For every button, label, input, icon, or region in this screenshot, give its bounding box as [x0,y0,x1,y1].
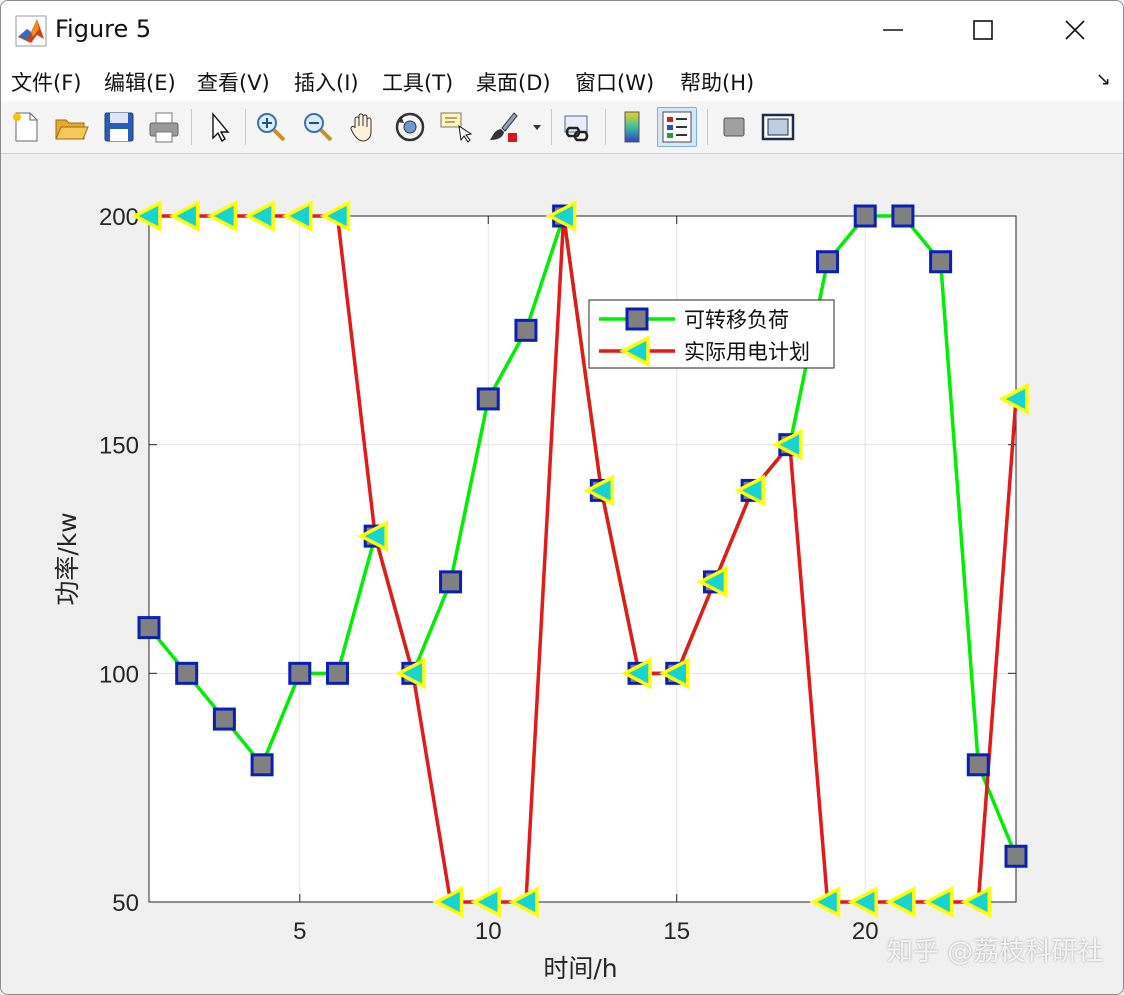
legend-button[interactable] [657,107,697,147]
legend-label-2: 实际用电计划 [684,340,810,364]
print-icon[interactable] [145,108,183,146]
square-marker[interactable] [1004,844,1028,868]
square-marker[interactable] [891,204,915,228]
close-button[interactable] [1029,1,1121,59]
show-plot-tools-icon[interactable] [759,108,797,146]
menu-help[interactable]: 帮助(H) [680,67,754,97]
menu-window[interactable]: 窗口(W) [575,67,654,97]
square-marker[interactable] [325,661,349,685]
watermark-text: 知乎 @荔枝科研社 [887,937,1104,967]
square-marker[interactable] [929,250,953,274]
toolbar-separator [551,109,552,145]
maximize-button[interactable] [937,1,1029,59]
square-marker[interactable] [175,661,199,685]
window-title: Figure 5 [55,15,152,43]
pan-hand-icon[interactable] [345,108,383,146]
pointer-icon[interactable] [201,108,239,146]
toolbar-separator [245,109,246,145]
menu-insert[interactable]: 插入(I) [294,67,359,97]
y-tick-label: 100 [99,661,139,688]
x-tick-label: 20 [852,918,879,945]
legend-icon [662,111,692,143]
x-tick-label: 10 [475,918,502,945]
y-tick-label: 150 [99,433,139,460]
brush-icon[interactable] [484,108,522,146]
menu-edit[interactable]: 编辑(E) [104,67,176,97]
square-marker[interactable] [137,616,161,640]
save-icon[interactable] [100,108,138,146]
minimize-icon [883,29,903,31]
close-icon [1065,20,1085,40]
x-tick-label: 15 [663,918,690,945]
data-cursor-icon[interactable] [437,108,475,146]
minimize-button[interactable] [847,1,939,59]
menu-bar: 文件(F) 编辑(E) 查看(V) 插入(I) 工具(T) 桌面(D) 窗口(W… [1,59,1123,102]
menu-desktop[interactable]: 桌面(D) [476,67,551,97]
link-plot-icon[interactable] [559,108,597,146]
square-marker[interactable] [439,570,463,594]
square-marker[interactable] [966,753,990,777]
toolbar-separator [605,109,606,145]
x-axis-label: 时间/h [543,954,617,983]
toolbar [1,101,1123,154]
legend-marker-1[interactable] [625,307,649,331]
menu-tools[interactable]: 工具(T) [382,67,453,97]
square-marker[interactable] [250,753,274,777]
plot-area[interactable] [149,216,1016,902]
legend-label-1: 可转移负荷 [684,308,789,332]
hide-plot-tools-icon[interactable] [715,108,753,146]
colorbar-icon[interactable] [613,108,651,146]
square-marker[interactable] [853,204,877,228]
new-file-icon[interactable] [7,108,45,146]
dock-arrow-icon[interactable]: ↘ [1096,69,1111,90]
y-tick-label: 50 [112,890,139,917]
rotate-3d-icon[interactable] [391,108,429,146]
zoom-out-icon[interactable] [299,108,337,146]
figure-window: Figure 5 文件(F) 编辑(E) 查看(V) 插入(I) 工具(T) 桌… [0,0,1124,995]
line-chart[interactable]: 5 10 15 20 50 100 150 200 时间/h 功率/kw 可转移负荷实际用电计划 [1,154,1123,994]
menu-file[interactable]: 文件(F) [11,67,81,97]
toolbar-separator [707,109,708,145]
y-axis-label: 功率/kw [53,512,82,605]
toolbar-separator [191,109,192,145]
square-marker[interactable] [816,250,840,274]
x-tick-label: 5 [293,918,306,945]
open-folder-icon[interactable] [52,108,90,146]
square-marker[interactable] [212,707,236,731]
square-marker[interactable] [514,318,538,342]
square-marker[interactable] [288,661,312,685]
menu-view[interactable]: 查看(V) [197,67,270,97]
square-marker[interactable] [476,387,500,411]
y-tick-label: 200 [99,204,139,231]
maximize-icon [973,20,993,40]
title-bar[interactable]: Figure 5 [1,1,1123,59]
chevron-down-icon[interactable] [528,108,546,146]
matlab-logo-icon [15,15,47,47]
zoom-in-icon[interactable] [252,108,290,146]
figure-canvas[interactable]: 5 10 15 20 50 100 150 200 时间/h 功率/kw 可转移负荷实际用电计划 [1,154,1123,994]
